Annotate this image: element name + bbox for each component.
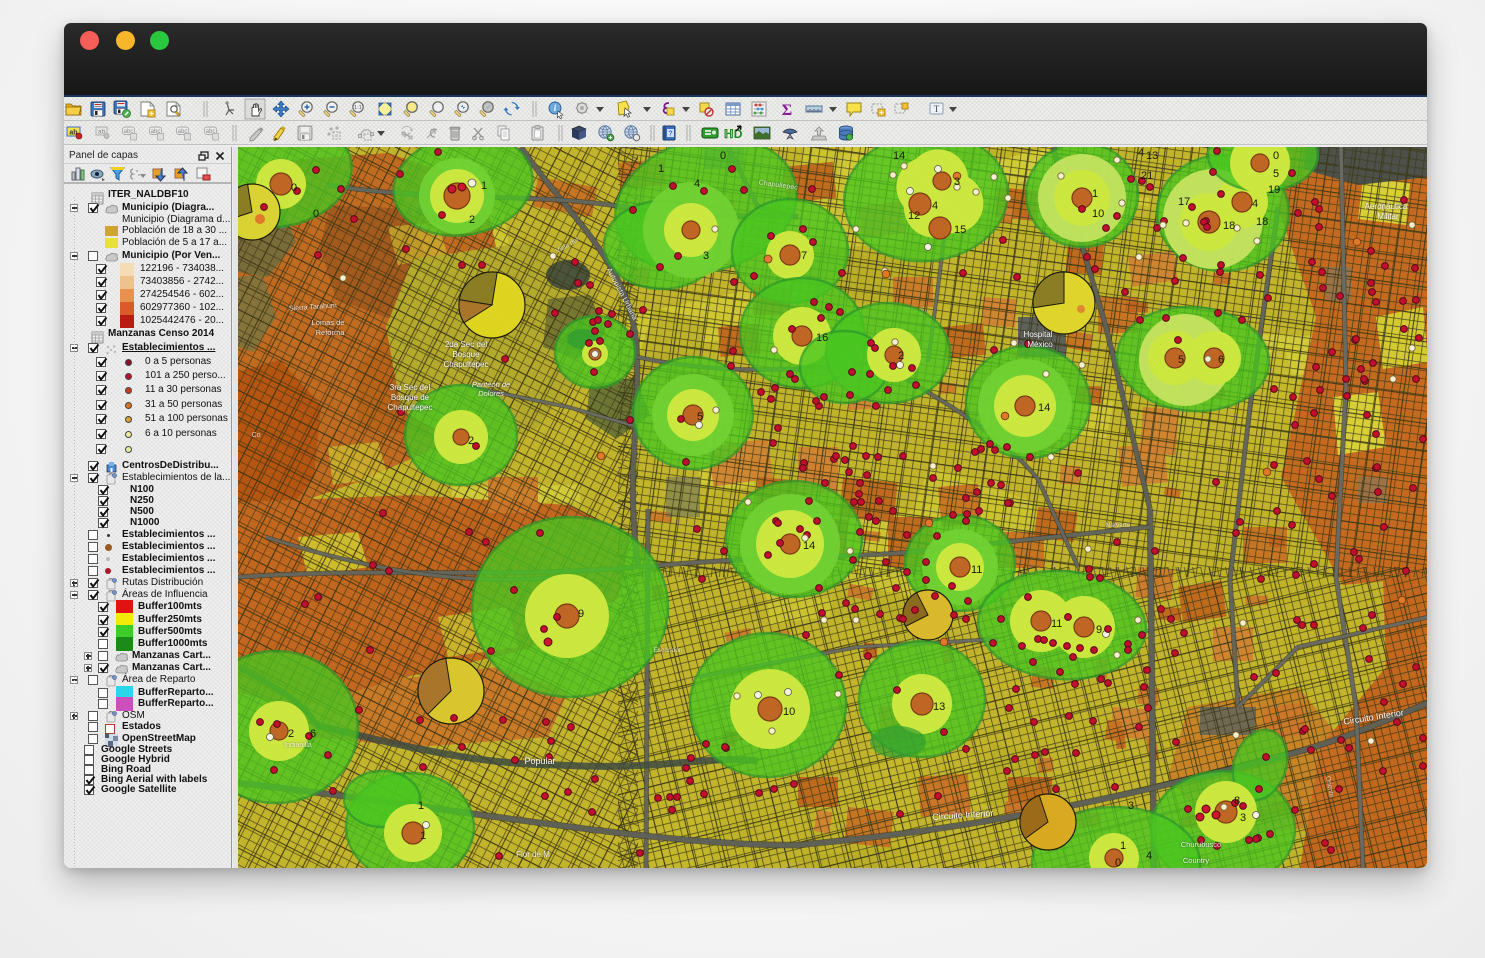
svg-text:1:1: 1:1 <box>354 105 362 111</box>
svg-text:ℍD: ℍD <box>724 127 743 141</box>
svg-text:Σ: Σ <box>782 102 792 119</box>
svg-text:?: ? <box>668 131 672 138</box>
svg-text:T: T <box>934 104 940 114</box>
